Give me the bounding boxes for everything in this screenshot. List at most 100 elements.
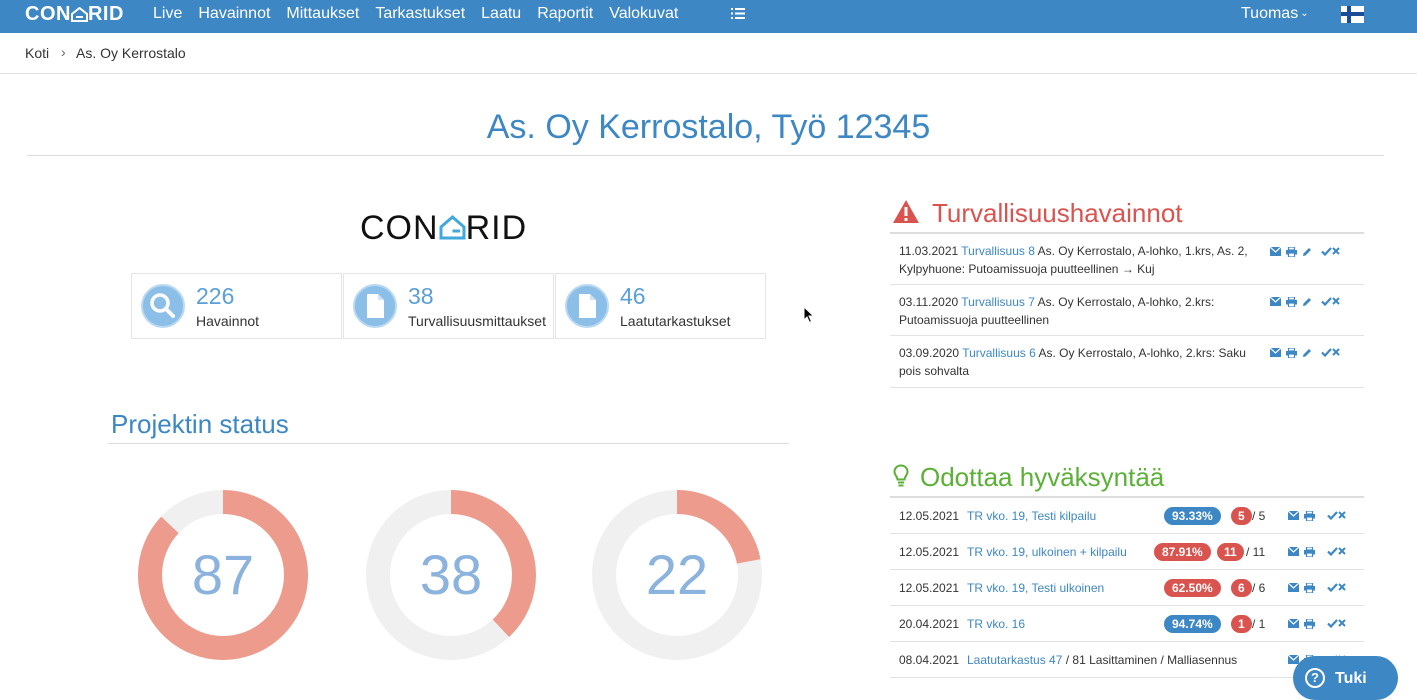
status-divider [108, 443, 789, 444]
stat-laatutarkastukset[interactable]: 46 Laatutarkastukset [555, 273, 766, 339]
print-icon[interactable] [1286, 297, 1297, 307]
donut-value: 22 [645, 543, 709, 606]
stat-havainnot[interactable]: 226 Havainnot [131, 273, 342, 339]
check-icon[interactable] [1327, 619, 1338, 629]
pencil-icon[interactable] [1302, 297, 1313, 307]
breadcrumb-separator: › [61, 44, 66, 60]
close-icon[interactable] [1332, 247, 1343, 257]
project-status-title: Projektin status [111, 409, 289, 439]
row-link[interactable]: TR vko. 19, Testi ulkoinen [967, 581, 1104, 595]
safety-row[interactable]: 03.09.2020 Turvallisuus 6 As. Oy Kerrost… [890, 336, 1364, 388]
nav-havainnot[interactable]: Havainnot [198, 5, 270, 23]
count-badge: 6 [1231, 579, 1252, 597]
nav-mittaukset[interactable]: Mittaukset [286, 5, 359, 23]
row-date: 12.05.2021 [899, 581, 960, 595]
row-actions [1288, 583, 1349, 593]
approval-row[interactable]: 12.05.2021 TR vko. 19, ulkoinen + kilpai… [890, 534, 1364, 570]
print-icon[interactable] [1304, 583, 1315, 593]
donut-value: 38 [419, 543, 483, 606]
close-icon[interactable] [1338, 583, 1349, 593]
row-link[interactable]: Laatutarkastus 47 / 81 Lasittaminen / Ma… [967, 653, 1237, 667]
check-icon[interactable] [1321, 348, 1332, 358]
percent-badge: 94.74% [1164, 615, 1221, 633]
check-icon[interactable] [1321, 297, 1332, 307]
user-menu[interactable]: Tuomas ⌄ [1241, 5, 1309, 25]
stat-label: Havainnot [196, 313, 260, 329]
print-icon[interactable] [1304, 511, 1315, 521]
row-link[interactable]: Turvallisuus 8 [961, 244, 1035, 258]
approval-row[interactable]: 12.05.2021 TR vko. 19, Testi kilpailu 93… [890, 498, 1364, 534]
stat-value: 46 [620, 283, 646, 309]
stat-value: 38 [408, 283, 434, 309]
pencil-icon[interactable] [1302, 247, 1313, 257]
check-icon[interactable] [1321, 247, 1332, 257]
row-link[interactable]: TR vko. 16 [967, 617, 1025, 631]
envelope-icon[interactable] [1288, 511, 1299, 521]
safety-row[interactable]: 11.03.2021 Turvallisuus 8 As. Oy Kerrost… [890, 234, 1364, 285]
house-g-icon [439, 215, 466, 240]
count-badge: 5 [1231, 507, 1252, 525]
close-icon[interactable] [1338, 547, 1349, 557]
percent-badge: 87.91% [1154, 543, 1211, 561]
check-icon[interactable] [1327, 547, 1338, 557]
support-label: Tuki [1335, 670, 1367, 687]
envelope-icon[interactable] [1288, 583, 1299, 593]
row-date: 12.05.2021 [899, 509, 960, 523]
envelope-icon[interactable] [1270, 247, 1281, 257]
close-icon[interactable] [1338, 619, 1349, 629]
print-icon[interactable] [1286, 348, 1297, 358]
envelope-icon[interactable] [1270, 348, 1281, 358]
approval-row[interactable]: 12.05.2021 TR vko. 19, Testi ulkoinen 62… [890, 570, 1364, 606]
row-date: 03.09.2020 [899, 346, 960, 360]
mouse-cursor-icon [803, 306, 815, 324]
status-donut-2[interactable]: 38 [366, 490, 536, 660]
check-icon[interactable] [1327, 511, 1338, 521]
print-icon[interactable] [1304, 547, 1315, 557]
row-link[interactable]: Turvallisuus 7 [961, 295, 1035, 309]
approval-row[interactable]: 20.04.2021 TR vko. 16 94.74% 1 / 1 [890, 606, 1364, 642]
row-date: 03.11.2020 [899, 295, 959, 309]
row-date: 20.04.2021 [899, 617, 960, 631]
envelope-icon[interactable] [1288, 619, 1299, 629]
row-link[interactable]: TR vko. 19, Testi kilpailu [967, 509, 1096, 523]
stat-turvallisuusmittaukset[interactable]: 38 Turvallisuusmittaukset [343, 273, 554, 339]
breadcrumb-current: As. Oy Kerrostalo [76, 45, 186, 61]
page-title: As. Oy Kerrostalo, Työ 12345 [486, 108, 931, 146]
warning-icon [893, 200, 919, 223]
nav-laatu[interactable]: Laatu [481, 5, 521, 23]
finland-flag-icon[interactable] [1341, 6, 1364, 23]
row-actions [1288, 547, 1349, 557]
status-donut-3[interactable]: 22 [592, 490, 762, 660]
close-icon[interactable] [1332, 297, 1343, 307]
safety-row[interactable]: 03.11.2020 Turvallisuus 7 As. Oy Kerrost… [890, 285, 1364, 336]
status-donut-1[interactable]: 87 [138, 490, 308, 660]
envelope-icon[interactable] [1288, 547, 1299, 557]
brand-logo[interactable]: CON RID [25, 3, 124, 27]
row-date: 11.03.2021 [899, 244, 959, 258]
row-date: 12.05.2021 [899, 545, 960, 559]
nav-raportit[interactable]: Raportit [537, 5, 593, 23]
check-icon[interactable] [1327, 583, 1338, 593]
nav-valokuvat[interactable]: Valokuvat [609, 5, 678, 23]
list-icon[interactable] [731, 8, 745, 19]
close-icon[interactable] [1332, 348, 1343, 358]
nav-live[interactable]: Live [153, 5, 182, 23]
support-button[interactable]: ? Tuki [1293, 656, 1398, 700]
search-icon [141, 284, 185, 328]
house-g-icon [70, 7, 88, 22]
print-icon[interactable] [1304, 619, 1315, 629]
percent-badge: 93.33% [1164, 507, 1221, 525]
row-actions [1270, 297, 1343, 307]
print-icon[interactable] [1286, 247, 1297, 257]
row-link[interactable]: TR vko. 19, ulkoinen + kilpailu [967, 545, 1127, 559]
lightbulb-icon [893, 464, 909, 487]
stat-label: Turvallisuusmittaukset [408, 313, 546, 329]
breadcrumb-home[interactable]: Koti [25, 45, 49, 61]
nav-tarkastukset[interactable]: Tarkastukset [375, 5, 465, 23]
envelope-icon[interactable] [1270, 297, 1281, 307]
row-link[interactable]: Turvallisuus 6 [962, 346, 1036, 360]
question-icon: ? [1305, 668, 1325, 688]
stat-label: Laatutarkastukset [620, 313, 731, 329]
close-icon[interactable] [1338, 511, 1349, 521]
pencil-icon[interactable] [1302, 348, 1313, 358]
